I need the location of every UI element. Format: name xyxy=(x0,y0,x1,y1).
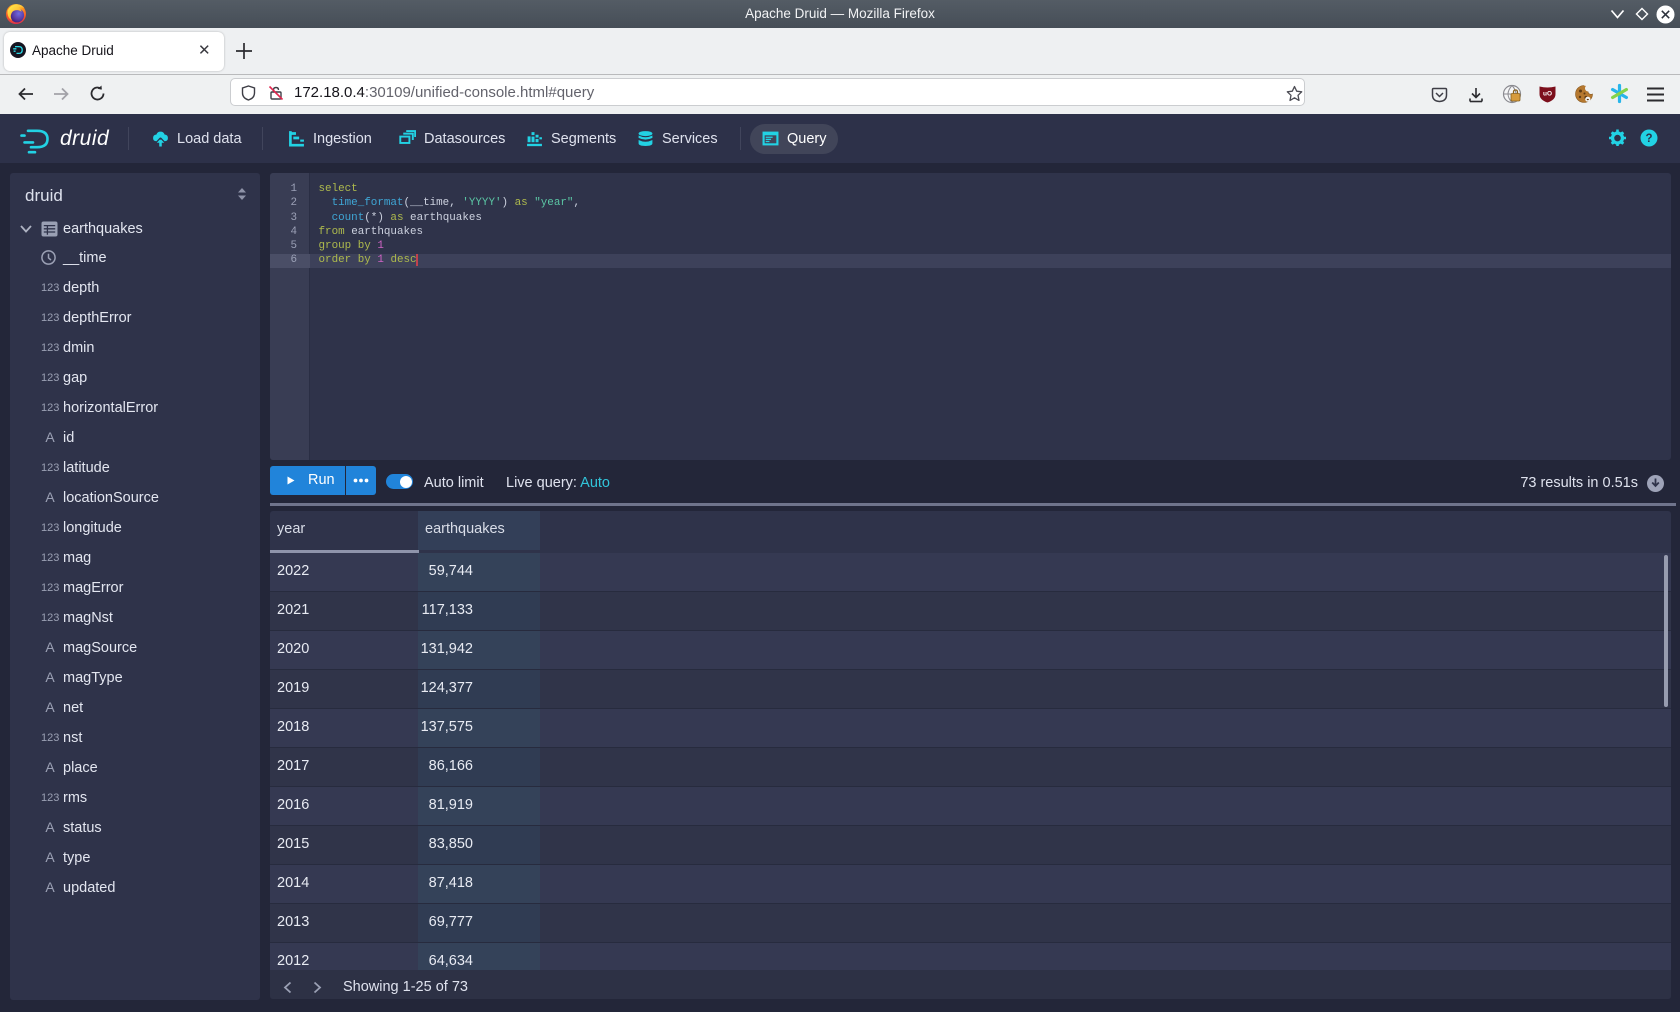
svg-text:?: ? xyxy=(1645,133,1652,145)
svg-text:uO: uO xyxy=(1543,91,1552,98)
